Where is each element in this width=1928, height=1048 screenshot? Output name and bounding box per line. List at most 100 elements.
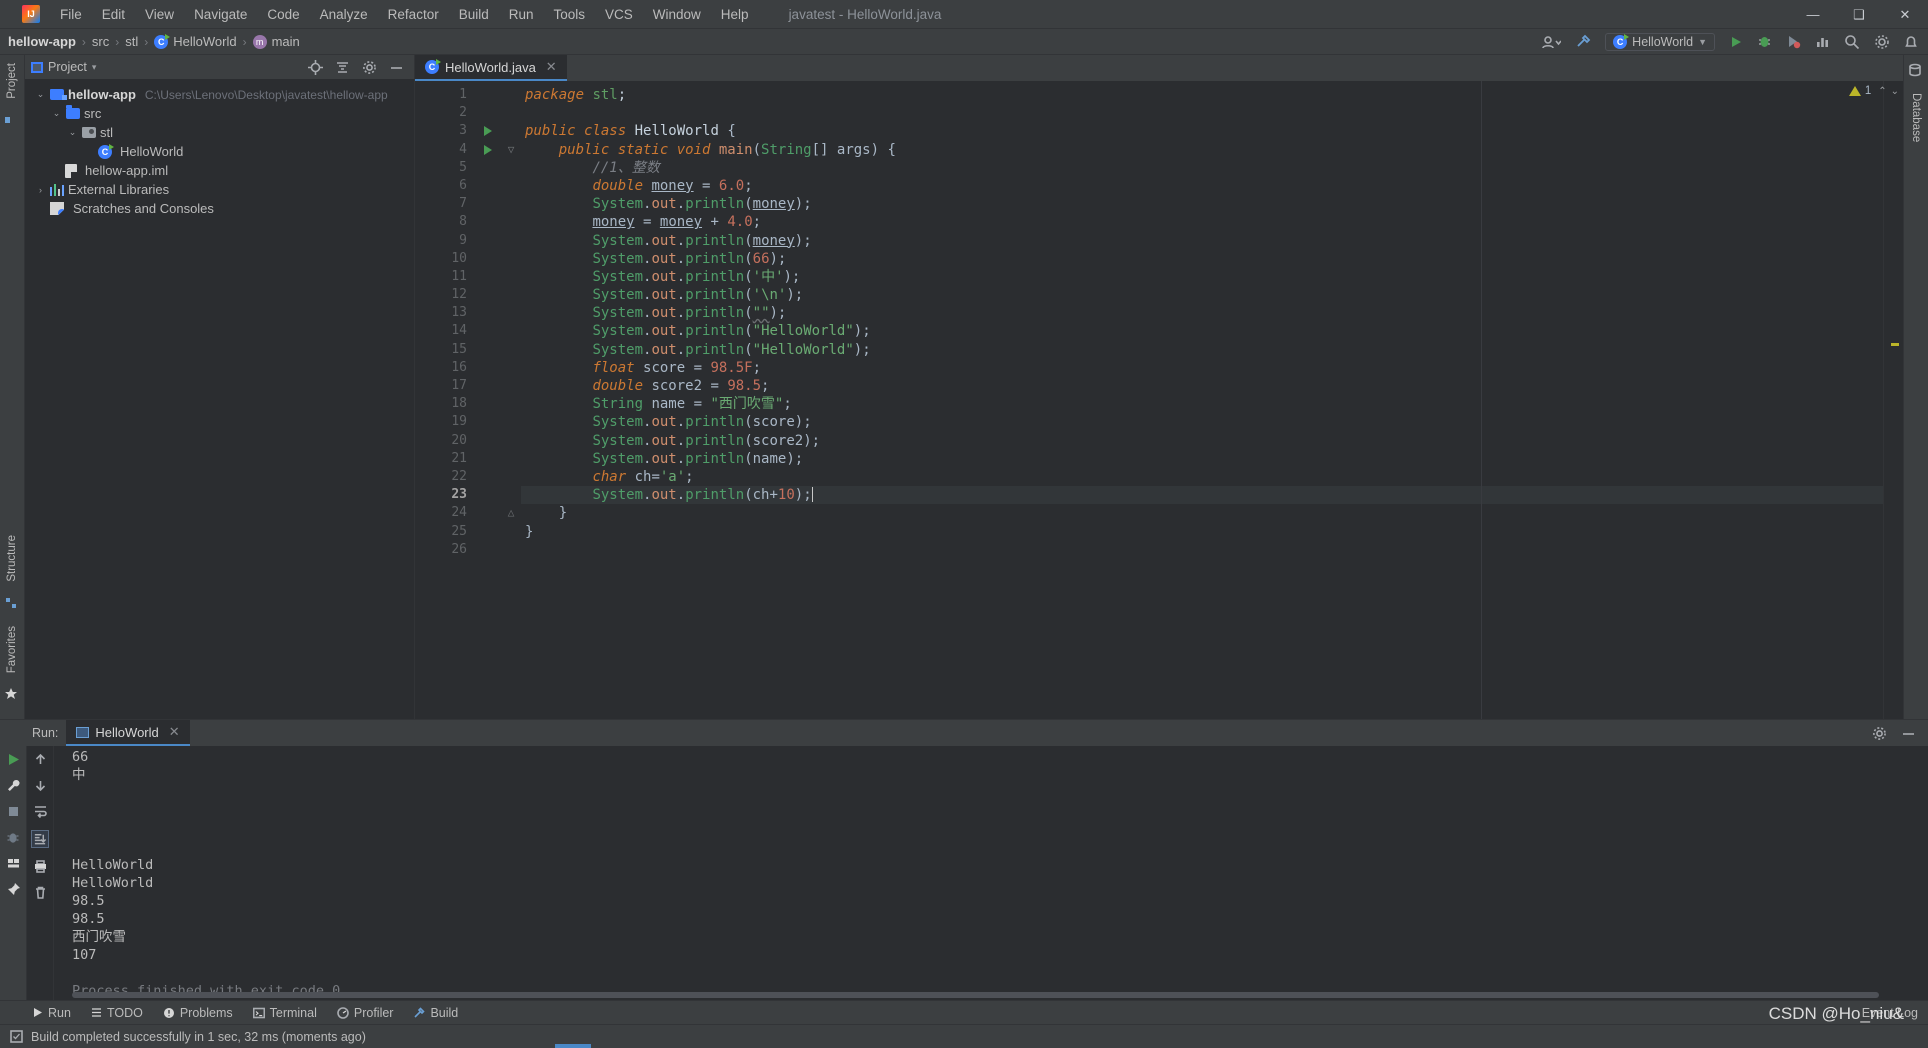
code-editor[interactable]: 1 2 3 4 5 6 7 8 9 10 11 12 13 14 15 16 17 18 19 20 21 22 23 24 2…	[415, 81, 1903, 719]
tool-window-project[interactable]: Project	[6, 55, 18, 107]
code-text-area[interactable]: package stl; public class HelloWorld { p…	[521, 81, 1883, 719]
project-panel-title[interactable]: Project ▾	[31, 60, 96, 74]
bottom-tab-build[interactable]: Build	[413, 1006, 458, 1020]
close-button[interactable]: ✕	[1882, 0, 1928, 29]
target-locate-icon[interactable]	[308, 59, 323, 75]
bottom-tab-profiler[interactable]: Profiler	[337, 1006, 393, 1020]
chevron-up-icon[interactable]: ⌃	[1878, 86, 1886, 97]
scroll-to-end-icon[interactable]	[31, 830, 49, 848]
code-line[interactable]: System.out.println(66);	[521, 250, 1883, 268]
code-line[interactable]: public static void main(String[] args) {	[521, 141, 1883, 159]
menu-run[interactable]: Run	[499, 3, 544, 26]
menu-analyze[interactable]: Analyze	[310, 3, 378, 26]
settings-gear-icon[interactable]	[1872, 726, 1887, 741]
bottom-tab-todo[interactable]: TODO	[91, 1006, 143, 1020]
settings-gear-icon[interactable]	[362, 60, 377, 75]
menu-view[interactable]: View	[135, 3, 184, 26]
tool-window-database[interactable]: Database	[1910, 85, 1922, 150]
tool-window-favorites[interactable]: Favorites	[6, 618, 18, 681]
settings-gear-icon[interactable]	[1874, 34, 1890, 50]
soft-wrap-icon[interactable]	[33, 804, 48, 819]
profile-icon[interactable]	[1815, 34, 1830, 49]
hide-minimize-icon[interactable]	[389, 60, 404, 75]
code-line[interactable]: System.out.println(money);	[521, 195, 1883, 213]
breadcrumb-module[interactable]: hellow-app	[8, 34, 76, 49]
code-line[interactable]: float score = 98.5F;	[521, 359, 1883, 377]
tree-node-hellow-app[interactable]: ⌄ hellow-app C:\Users\Lenovo\Desktop\jav…	[25, 85, 414, 104]
run-with-coverage-icon[interactable]	[1786, 34, 1801, 49]
run-configuration-selector[interactable]: HelloWorld ▼	[1605, 32, 1715, 51]
fold-marker[interactable]: ▽	[501, 141, 521, 159]
code-line[interactable]: public class HelloWorld {	[521, 122, 1883, 140]
chevron-down-icon[interactable]: ⌄	[1891, 86, 1899, 97]
menu-code[interactable]: Code	[257, 3, 309, 26]
code-line[interactable]: }	[521, 523, 1883, 541]
run-gutter-icon[interactable]	[475, 141, 501, 159]
error-stripe-gutter[interactable]	[1883, 81, 1903, 719]
run-gutter-icon[interactable]	[475, 122, 501, 140]
code-line[interactable]: System.out.println("HelloWorld");	[521, 341, 1883, 359]
bottom-tab-terminal[interactable]: Terminal	[252, 1006, 317, 1020]
tree-node-scratches-consoles[interactable]: Scratches and Consoles	[25, 199, 414, 218]
debug-icon[interactable]	[1757, 34, 1772, 49]
code-line[interactable]: System.out.println(ch+10);	[521, 486, 1883, 505]
code-line[interactable]: System.out.println("");	[521, 304, 1883, 322]
structure-icon[interactable]	[4, 596, 20, 612]
breadcrumb-package[interactable]: stl	[125, 34, 138, 49]
console-horizontal-scrollbar[interactable]	[72, 992, 1916, 998]
code-line[interactable]: double score2 = 98.5;	[521, 377, 1883, 395]
inspection-widget[interactable]: 1 ⌃ ⌄	[1848, 85, 1899, 97]
close-icon[interactable]: ✕	[169, 724, 180, 740]
collapse-all-icon[interactable]	[335, 60, 350, 75]
settings-wrench-icon[interactable]	[6, 778, 21, 793]
notifications-bell-icon[interactable]	[1904, 35, 1918, 49]
code-line[interactable]: System.out.println(score);	[521, 413, 1883, 431]
bottom-tab-problems[interactable]: Problems	[163, 1006, 233, 1020]
bottom-tab-run[interactable]: Run	[32, 1006, 71, 1020]
minimize-button[interactable]: —	[1790, 0, 1836, 29]
menu-edit[interactable]: Edit	[92, 3, 135, 26]
chevron-down-icon[interactable]: ⌄	[35, 89, 46, 100]
favorites-star-icon[interactable]	[4, 687, 20, 703]
menu-navigate[interactable]: Navigate	[184, 3, 257, 26]
stop-icon[interactable]	[6, 804, 21, 819]
code-line[interactable]: System.out.println(name);	[521, 450, 1883, 468]
code-line[interactable]: String name = "西门吹雪";	[521, 395, 1883, 413]
run-icon[interactable]	[1729, 35, 1743, 49]
breadcrumb-src[interactable]: src	[92, 34, 109, 49]
fold-marker[interactable]: △	[501, 504, 521, 522]
code-line[interactable]	[521, 541, 1883, 559]
code-line[interactable]	[521, 104, 1883, 122]
tree-node-iml[interactable]: hellow-app.iml	[25, 161, 414, 180]
code-line[interactable]: double money = 6.0;	[521, 177, 1883, 195]
hide-minimize-icon[interactable]	[1901, 726, 1916, 741]
close-icon[interactable]: ✕	[546, 59, 557, 75]
tree-node-stl[interactable]: ⌄ stl	[25, 123, 414, 142]
menu-help[interactable]: Help	[711, 3, 759, 26]
layout-icon[interactable]	[6, 856, 21, 871]
code-line[interactable]: System.out.println('\n');	[521, 286, 1883, 304]
code-line[interactable]: money = money + 4.0;	[521, 213, 1883, 231]
menu-refactor[interactable]: Refactor	[378, 3, 449, 26]
menu-window[interactable]: Window	[643, 3, 711, 26]
code-line[interactable]: System.out.println('中');	[521, 268, 1883, 286]
search-icon[interactable]	[1844, 34, 1860, 50]
code-line[interactable]: System.out.println("HelloWorld");	[521, 322, 1883, 340]
console-output[interactable]: 66 中 HelloWorld HelloWorld 98.5 98.5 西门吹雪 107 …	[54, 746, 1928, 1000]
code-folding-gutter[interactable]: ▽ △	[501, 81, 521, 719]
pin-icon[interactable]	[6, 882, 21, 897]
code-line[interactable]: System.out.println(score2);	[521, 432, 1883, 450]
chevron-down-icon[interactable]: ⌄	[51, 108, 62, 119]
code-line[interactable]: package stl;	[521, 86, 1883, 104]
chevron-down-icon[interactable]: ⌄	[67, 127, 78, 138]
account-icon[interactable]	[1541, 35, 1562, 49]
warning-stripe-mark[interactable]	[1891, 343, 1899, 346]
breadcrumb-class[interactable]: HelloWorld	[154, 33, 237, 49]
menu-vcs[interactable]: VCS	[595, 3, 643, 26]
trash-icon[interactable]	[33, 885, 48, 900]
tree-node-src[interactable]: ⌄ src	[25, 104, 414, 123]
maximize-button[interactable]: ❑	[1836, 0, 1882, 29]
scroll-up-icon[interactable]	[33, 752, 48, 767]
run-tab-helloworld[interactable]: HelloWorld ✕	[66, 720, 190, 746]
print-icon[interactable]	[33, 859, 48, 874]
